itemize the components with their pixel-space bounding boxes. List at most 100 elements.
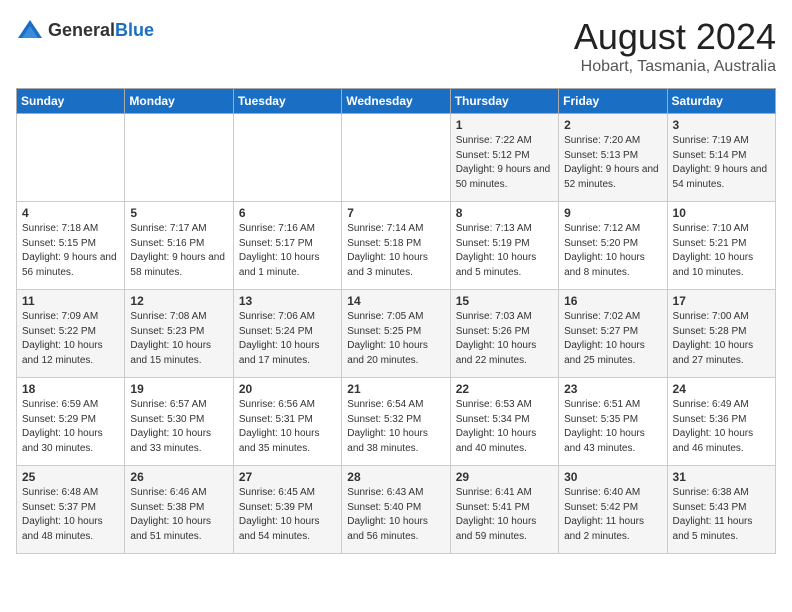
calendar-cell: 5 Sunrise: 7:17 AMSunset: 5:16 PMDaylight…: [125, 202, 233, 290]
day-number: 17: [673, 294, 770, 308]
day-info: Sunrise: 6:41 AMSunset: 5:41 PMDaylight:…: [456, 486, 553, 544]
day-number: 21: [347, 382, 444, 396]
day-info: Sunrise: 6:43 AMSunset: 5:40 PMDaylight:…: [347, 486, 444, 544]
day-info: Sunrise: 6:54 AMSunset: 5:32 PMDaylight:…: [347, 398, 444, 456]
calendar-cell: [125, 114, 233, 202]
calendar-cell: 19 Sunrise: 6:57 AMSunset: 5:30 PMDayligh…: [125, 378, 233, 466]
calendar-cell: 20 Sunrise: 6:56 AMSunset: 5:31 PMDayligh…: [233, 378, 341, 466]
day-info: Sunrise: 7:12 AMSunset: 5:20 PMDaylight:…: [564, 222, 661, 280]
calendar-cell: 21 Sunrise: 6:54 AMSunset: 5:32 PMDayligh…: [342, 378, 450, 466]
day-number: 14: [347, 294, 444, 308]
day-info: Sunrise: 7:22 AMSunset: 5:12 PMDaylight:…: [456, 134, 553, 192]
day-number: 2: [564, 118, 661, 132]
weekday-header-wednesday: Wednesday: [342, 89, 450, 114]
calendar-week-row: 18 Sunrise: 6:59 AMSunset: 5:29 PMDayligh…: [17, 378, 776, 466]
sub-title: Hobart, Tasmania, Australia: [574, 58, 776, 76]
day-number: 25: [22, 470, 119, 484]
day-number: 19: [130, 382, 227, 396]
day-number: 10: [673, 206, 770, 220]
calendar-cell: 8Sunrise: 7:13 AMSunset: 5:19 PMDaylight…: [450, 202, 558, 290]
day-info: Sunrise: 7:17 AMSunset: 5:16 PMDaylight:…: [130, 222, 227, 280]
calendar-cell: 26 Sunrise: 6:46 AMSunset: 5:38 PMDayligh…: [125, 466, 233, 554]
weekday-header-row: SundayMondayTuesdayWednesdayThursdayFrid…: [17, 89, 776, 114]
day-number: 22: [456, 382, 553, 396]
calendar-cell: 2 Sunrise: 7:20 AMSunset: 5:13 PMDaylight…: [559, 114, 667, 202]
day-info: Sunrise: 6:48 AMSunset: 5:37 PMDaylight:…: [22, 486, 119, 544]
day-number: 31: [673, 470, 770, 484]
page-header: GeneralBlue August 2024 Hobart, Tasmania…: [16, 16, 776, 76]
calendar-cell: 3 Sunrise: 7:19 AMSunset: 5:14 PMDaylight…: [667, 114, 775, 202]
day-info: Sunrise: 6:51 AMSunset: 5:35 PMDaylight:…: [564, 398, 661, 456]
calendar-cell: 27 Sunrise: 6:45 AMSunset: 5:39 PMDayligh…: [233, 466, 341, 554]
weekday-header-saturday: Saturday: [667, 89, 775, 114]
calendar-cell: 9 Sunrise: 7:12 AMSunset: 5:20 PMDaylight…: [559, 202, 667, 290]
day-number: 28: [347, 470, 444, 484]
calendar-cell: 28 Sunrise: 6:43 AMSunset: 5:40 PMDayligh…: [342, 466, 450, 554]
logo-icon: [16, 16, 44, 44]
weekday-header-sunday: Sunday: [17, 89, 125, 114]
day-info: Sunrise: 7:16 AMSunset: 5:17 PMDaylight:…: [239, 222, 336, 280]
weekday-header-thursday: Thursday: [450, 89, 558, 114]
day-info: Sunrise: 7:10 AMSunset: 5:21 PMDaylight:…: [673, 222, 770, 280]
day-number: 15: [456, 294, 553, 308]
day-info: Sunrise: 6:46 AMSunset: 5:38 PMDaylight:…: [130, 486, 227, 544]
day-number: 20: [239, 382, 336, 396]
day-info: Sunrise: 7:06 AMSunset: 5:24 PMDaylight:…: [239, 310, 336, 368]
calendar-cell: 12Sunrise: 7:08 AMSunset: 5:23 PMDayligh…: [125, 290, 233, 378]
day-info: Sunrise: 6:40 AMSunset: 5:42 PMDaylight:…: [564, 486, 661, 544]
day-number: 29: [456, 470, 553, 484]
day-number: 24: [673, 382, 770, 396]
calendar-cell: 16 Sunrise: 7:02 AMSunset: 5:27 PMDayligh…: [559, 290, 667, 378]
day-info: Sunrise: 6:49 AMSunset: 5:36 PMDaylight:…: [673, 398, 770, 456]
calendar-cell: 1 Sunrise: 7:22 AMSunset: 5:12 PMDaylight…: [450, 114, 558, 202]
weekday-header-tuesday: Tuesday: [233, 89, 341, 114]
logo-text-general: General: [48, 20, 115, 40]
calendar-cell: 29 Sunrise: 6:41 AMSunset: 5:41 PMDayligh…: [450, 466, 558, 554]
day-info: Sunrise: 7:18 AMSunset: 5:15 PMDaylight:…: [22, 222, 119, 280]
day-number: 16: [564, 294, 661, 308]
day-number: 3: [673, 118, 770, 132]
logo: GeneralBlue: [16, 16, 154, 44]
day-number: 9: [564, 206, 661, 220]
logo-text-blue: Blue: [115, 20, 154, 40]
day-info: Sunrise: 6:53 AMSunset: 5:34 PMDaylight:…: [456, 398, 553, 456]
day-info: Sunrise: 7:19 AMSunset: 5:14 PMDaylight:…: [673, 134, 770, 192]
day-number: 23: [564, 382, 661, 396]
calendar-cell: 6Sunrise: 7:16 AMSunset: 5:17 PMDaylight…: [233, 202, 341, 290]
day-number: 5: [130, 206, 227, 220]
calendar-cell: 17 Sunrise: 7:00 AMSunset: 5:28 PMDayligh…: [667, 290, 775, 378]
day-info: Sunrise: 7:14 AMSunset: 5:18 PMDaylight:…: [347, 222, 444, 280]
day-number: 1: [456, 118, 553, 132]
day-info: Sunrise: 6:57 AMSunset: 5:30 PMDaylight:…: [130, 398, 227, 456]
day-number: 18: [22, 382, 119, 396]
day-info: Sunrise: 7:00 AMSunset: 5:28 PMDaylight:…: [673, 310, 770, 368]
day-number: 11: [22, 294, 119, 308]
calendar-cell: 18 Sunrise: 6:59 AMSunset: 5:29 PMDayligh…: [17, 378, 125, 466]
day-info: Sunrise: 6:56 AMSunset: 5:31 PMDaylight:…: [239, 398, 336, 456]
day-number: 27: [239, 470, 336, 484]
calendar-week-row: 1 Sunrise: 7:22 AMSunset: 5:12 PMDaylight…: [17, 114, 776, 202]
calendar-cell: [233, 114, 341, 202]
day-number: 26: [130, 470, 227, 484]
weekday-header-monday: Monday: [125, 89, 233, 114]
day-info: Sunrise: 7:20 AMSunset: 5:13 PMDaylight:…: [564, 134, 661, 192]
day-info: Sunrise: 6:59 AMSunset: 5:29 PMDaylight:…: [22, 398, 119, 456]
day-info: Sunrise: 7:13 AMSunset: 5:19 PMDaylight:…: [456, 222, 553, 280]
weekday-header-friday: Friday: [559, 89, 667, 114]
calendar-cell: [17, 114, 125, 202]
calendar-cell: 13 Sunrise: 7:06 AMSunset: 5:24 PMDayligh…: [233, 290, 341, 378]
calendar-cell: 22 Sunrise: 6:53 AMSunset: 5:34 PMDayligh…: [450, 378, 558, 466]
day-info: Sunrise: 7:02 AMSunset: 5:27 PMDaylight:…: [564, 310, 661, 368]
calendar-week-row: 11Sunrise: 7:09 AMSunset: 5:22 PMDayligh…: [17, 290, 776, 378]
day-info: Sunrise: 6:45 AMSunset: 5:39 PMDaylight:…: [239, 486, 336, 544]
day-number: 13: [239, 294, 336, 308]
calendar-cell: 14Sunrise: 7:05 AMSunset: 5:25 PMDayligh…: [342, 290, 450, 378]
calendar-cell: 25 Sunrise: 6:48 AMSunset: 5:37 PMDayligh…: [17, 466, 125, 554]
day-number: 7: [347, 206, 444, 220]
day-number: 30: [564, 470, 661, 484]
calendar-cell: 4Sunrise: 7:18 AMSunset: 5:15 PMDaylight…: [17, 202, 125, 290]
title-block: August 2024 Hobart, Tasmania, Australia: [574, 16, 776, 76]
day-info: Sunrise: 6:38 AMSunset: 5:43 PMDaylight:…: [673, 486, 770, 544]
day-info: Sunrise: 7:08 AMSunset: 5:23 PMDaylight:…: [130, 310, 227, 368]
calendar-cell: 30 Sunrise: 6:40 AMSunset: 5:42 PMDayligh…: [559, 466, 667, 554]
